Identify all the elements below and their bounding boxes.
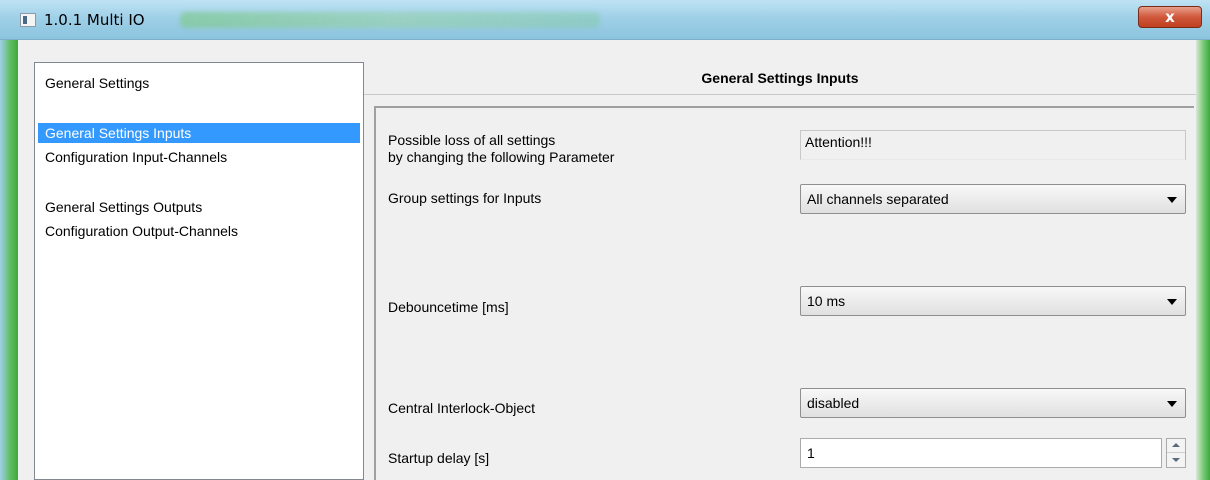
close-button[interactable]: x	[1138, 6, 1202, 28]
central-interlock-value: disabled	[807, 395, 860, 411]
param-label-debouncetime: Debouncetime [ms]	[388, 299, 509, 315]
title-bar: 1.0.1 Multi IO x	[0, 0, 1210, 40]
startup-delay-spinner	[1166, 438, 1186, 468]
window-frame-right	[1196, 40, 1210, 480]
param-label-startup-delay: Startup delay [s]	[388, 450, 490, 466]
debouncetime-select[interactable]: 10 ms	[800, 286, 1186, 316]
navigation-list: General Settings General Settings Inputs…	[34, 62, 364, 480]
blurred-menu-bar	[180, 12, 600, 28]
client-area: General Settings General Settings Inputs…	[18, 40, 1196, 480]
chevron-down-icon	[1167, 401, 1177, 407]
title-divider	[364, 94, 1196, 95]
nav-item-configuration-input-channels[interactable]: Configuration Input-Channels	[38, 147, 360, 167]
nav-item-general-settings-inputs[interactable]: General Settings Inputs	[38, 123, 360, 143]
window-frame-left	[0, 40, 18, 480]
nav-item-configuration-output-channels[interactable]: Configuration Output-Channels	[38, 221, 360, 241]
startup-delay-input[interactable]: 1	[800, 438, 1162, 468]
page-title: General Settings Inputs	[701, 70, 859, 86]
spin-down-icon[interactable]	[1167, 453, 1185, 467]
chevron-down-icon	[1167, 299, 1177, 305]
param-label-loss-warning: Possible loss of all settings by changin…	[388, 132, 614, 166]
nav-item-general-settings-outputs[interactable]: General Settings Outputs	[38, 197, 360, 217]
nav-item-general-settings[interactable]: General Settings	[38, 73, 360, 93]
attention-field: Attention!!!	[800, 130, 1186, 160]
param-label-central-interlock: Central Interlock-Object	[388, 400, 536, 416]
param-label-line1: Possible loss of all settings	[388, 132, 556, 148]
param-label-group-settings: Group settings for Inputs	[388, 190, 542, 206]
param-label-line2: by changing the following Parameter	[388, 149, 615, 165]
chevron-down-icon	[1167, 197, 1177, 203]
central-interlock-select[interactable]: disabled	[800, 388, 1186, 418]
group-settings-select[interactable]: All channels separated	[800, 184, 1186, 214]
debouncetime-value: 10 ms	[807, 293, 846, 309]
window-title: 1.0.1 Multi IO	[44, 11, 145, 29]
parameter-panel: Possible loss of all settings by changin…	[374, 106, 1194, 480]
app-icon	[20, 13, 36, 27]
spin-up-icon[interactable]	[1167, 439, 1185, 453]
group-settings-value: All channels separated	[807, 191, 949, 207]
